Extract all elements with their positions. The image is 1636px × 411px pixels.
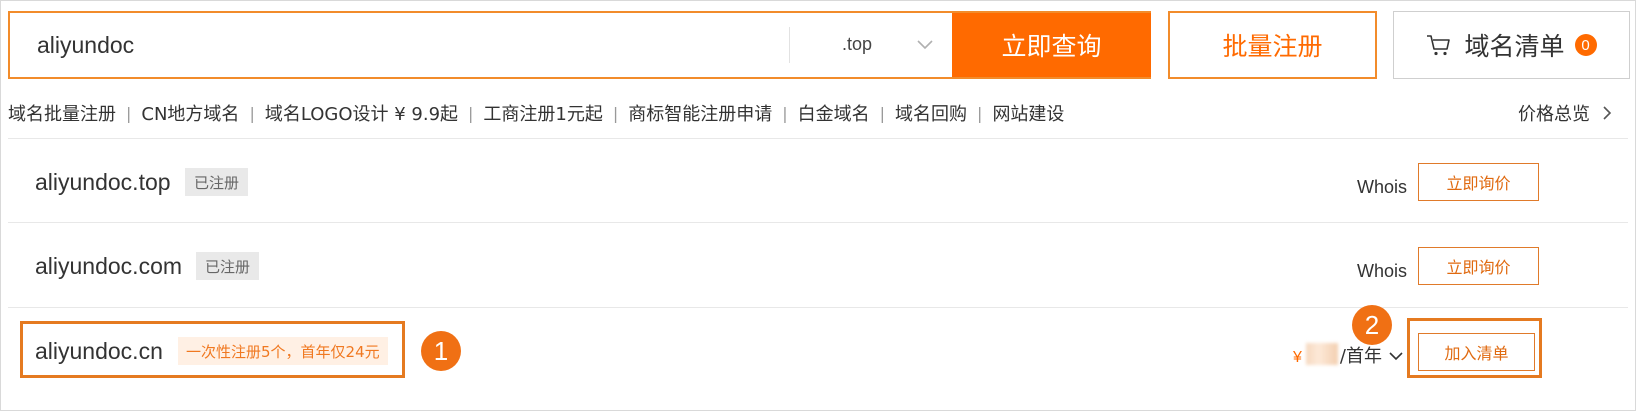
quick-links-bar: 域名批量注册 | CN地方域名 | 域名LOGO设计 ¥ 9.9起 | 工商注册… [8, 100, 1064, 126]
quick-link-website-building[interactable]: 网站建设 [992, 100, 1064, 126]
domain-cart-button[interactable]: 域名清单 0 [1393, 11, 1630, 79]
chevron-right-icon [1603, 106, 1612, 120]
domain-name: aliyundoc.top [35, 169, 171, 195]
step-1-badge: 1 [421, 331, 461, 371]
price-overview-link[interactable]: 价格总览 [1518, 100, 1614, 126]
price-unit: /首年 [1339, 346, 1382, 367]
result-row: aliyundoc.com 已注册 Whois 立即询价 [8, 223, 1628, 309]
link-separator: | [879, 103, 886, 123]
suffix-dropdown[interactable]: .top [790, 13, 952, 77]
result-row: aliyundoc.top 已注册 Whois 立即询价 [8, 139, 1628, 225]
quick-link-bulk-register[interactable]: 域名批量注册 [8, 100, 116, 126]
link-separator: | [782, 103, 788, 123]
inquire-price-button[interactable]: 立即询价 [1418, 247, 1539, 285]
step-2-badge: 2 [1352, 305, 1392, 345]
link-separator: | [612, 103, 619, 123]
quick-link-platinum-domain[interactable]: 白金域名 [798, 100, 870, 126]
quick-link-trademark[interactable]: 商标智能注册申请 [628, 100, 772, 126]
whois-link[interactable]: Whois [1357, 261, 1407, 282]
quick-link-cn-regional[interactable]: CN地方域名 [141, 100, 239, 126]
link-separator: | [977, 103, 983, 123]
quick-link-logo-design[interactable]: 域名LOGO设计 ¥ 9.9起 [265, 100, 458, 126]
cart-count-badge: 0 [1574, 34, 1597, 56]
domain-name: aliyundoc.com [35, 253, 183, 279]
price-selector[interactable]: ¥ /首年 [1293, 340, 1404, 368]
search-button[interactable]: 立即查询 [952, 13, 1151, 77]
domain-search-box: .top 立即查询 [8, 11, 1151, 79]
link-separator: | [249, 103, 255, 123]
bulk-register-button[interactable]: 批量注册 [1168, 11, 1377, 79]
price-overview-label: 价格总览 [1518, 104, 1590, 125]
highlight-box-add-button [1407, 318, 1542, 378]
cart-label: 域名清单 [1464, 32, 1565, 61]
suffix-value: .top [842, 34, 873, 54]
inquire-price-button[interactable]: 立即询价 [1418, 163, 1539, 201]
cart-icon [1427, 35, 1451, 56]
domain-search-input[interactable] [10, 13, 790, 77]
price-currency: ¥ [1293, 349, 1302, 366]
highlight-box-domain [20, 321, 405, 378]
status-badge-registered: 已注册 [185, 168, 249, 196]
whois-link[interactable]: Whois [1357, 177, 1407, 198]
link-separator: | [126, 103, 132, 123]
chevron-down-icon [1389, 352, 1403, 361]
chevron-down-icon [917, 40, 933, 50]
price-value-redacted [1305, 343, 1338, 365]
status-badge-registered: 已注册 [196, 252, 260, 280]
quick-link-domain-buyback[interactable]: 域名回购 [895, 100, 967, 126]
link-separator: | [468, 103, 474, 123]
quick-link-business-registration[interactable]: 工商注册1元起 [483, 100, 602, 126]
